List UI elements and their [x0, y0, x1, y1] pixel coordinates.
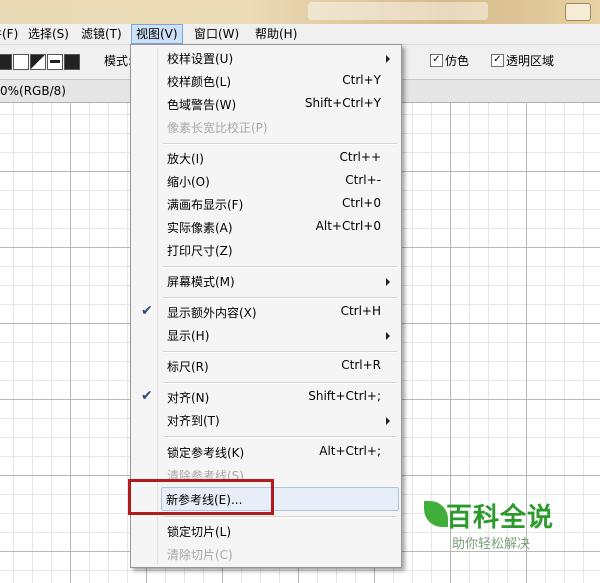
menu-item-label: 缩小(O) [167, 175, 210, 189]
gradient-type-radial-icon[interactable] [13, 54, 29, 70]
menu-item-shortcut: Alt+Ctrl+0 [315, 219, 381, 233]
chevron-right-icon [386, 417, 390, 425]
gradient-type-reflected-icon[interactable] [47, 54, 63, 70]
highlight-box [128, 479, 274, 515]
menu-item-lock-slices[interactable]: 锁定切片(L) [133, 520, 399, 542]
document-title: 0%(RGB/8) [0, 84, 66, 98]
menu-item-label: 对齐(N) [167, 391, 210, 405]
menu-item-label: 放大(I) [167, 152, 204, 166]
menu-item-snap-to[interactable]: 对齐到(T) [133, 409, 399, 431]
menu-select[interactable]: 选择(S) [24, 24, 73, 44]
menu-item-zoom-in[interactable]: 放大(I) Ctrl++ [133, 147, 399, 169]
browser-tab-blurred [308, 2, 488, 20]
menu-item-lock-guides[interactable]: 锁定参考线(K) Alt+Ctrl+; [133, 441, 399, 463]
menu-item-shortcut: Ctrl+0 [341, 196, 381, 210]
menu-item-label: 校样设置(U) [167, 52, 234, 66]
window-title-strip [0, 0, 600, 24]
menu-item-screen-mode[interactable]: 屏幕模式(M) [133, 270, 399, 292]
menu-item-extras[interactable]: ✔ 显示额外内容(X) Ctrl+H [133, 301, 399, 323]
menu-item-shortcut: Ctrl++ [339, 150, 381, 164]
watermark-subtitle: 助你轻松解决 [452, 537, 531, 552]
menu-help[interactable]: 帮助(H) [251, 24, 301, 44]
menu-item-shortcut: Ctrl+R [341, 358, 381, 372]
menu-item-label: 锁定切片(L) [167, 525, 232, 539]
check-icon: ✔ [141, 388, 153, 404]
menu-item-shortcut: Ctrl+H [340, 304, 381, 318]
menu-item-print-size[interactable]: 打印尺寸(Z) [133, 239, 399, 261]
gradient-type-linear-icon[interactable] [0, 54, 12, 70]
menu-item-label: 校样颜色(L) [167, 75, 232, 89]
chevron-right-icon [386, 55, 390, 63]
menu-bar: 文件(F) 选择(S) 滤镜(T) 视图(V) 窗口(W) 帮助(H) [0, 24, 600, 45]
menu-item-shortcut: Shift+Ctrl+; [308, 389, 381, 403]
menu-item-label: 清除切片(C) [167, 548, 233, 562]
transparency-label: 透明区域 [506, 54, 555, 68]
watermark-logo: 百科全说 助你轻松解决 [424, 495, 584, 555]
gradient-type-diamond-icon[interactable] [64, 54, 80, 70]
menu-item-shortcut: Alt+Ctrl+; [319, 444, 381, 458]
dither-checkbox[interactable]: ✓ [430, 54, 443, 67]
menu-item-actual-pixels[interactable]: 实际像素(A) Alt+Ctrl+0 [133, 216, 399, 238]
menu-item-label: 像素长宽比校正(P) [167, 121, 268, 135]
menu-separator [163, 143, 397, 145]
menu-file[interactable]: 文件(F) [0, 24, 22, 44]
menu-item-proof-colors[interactable]: 校样颜色(L) Ctrl+Y [133, 70, 399, 92]
menu-item-gamut-warning[interactable]: 色域警告(W) Shift+Ctrl+Y [133, 93, 399, 115]
menu-item-shortcut: Ctrl+- [345, 173, 381, 187]
menu-item-label: 屏幕模式(M) [167, 275, 235, 289]
menu-separator [163, 297, 397, 299]
chevron-right-icon [386, 278, 390, 286]
transparency-checkbox[interactable]: ✓ [491, 54, 504, 67]
gradient-type-angle-icon[interactable] [30, 54, 46, 70]
menu-item-proof-setup[interactable]: 校样设置(U) [133, 47, 399, 69]
dither-label: 仿色 [445, 54, 470, 68]
chevron-right-icon [386, 332, 390, 340]
menu-item-label: 显示(H) [167, 329, 210, 343]
menu-item-label: 标尺(R) [167, 360, 209, 374]
menu-item-pixel-aspect: 像素长宽比校正(P) [133, 116, 399, 138]
menu-item-zoom-out[interactable]: 缩小(O) Ctrl+- [133, 170, 399, 192]
menu-separator [163, 382, 397, 384]
menu-item-label: 实际像素(A) [167, 221, 233, 235]
window-close-button[interactable] [565, 3, 591, 21]
menu-item-label: 对齐到(T) [167, 414, 220, 428]
menu-item-label: 色域警告(W) [167, 98, 237, 112]
menu-window[interactable]: 窗口(W) [190, 24, 243, 44]
menu-separator [163, 516, 397, 518]
menu-view[interactable]: 视图(V) [131, 24, 183, 44]
check-icon: ✔ [141, 303, 153, 319]
mode-label: 模式: [104, 54, 133, 68]
menu-item-label: 显示额外内容(X) [167, 306, 257, 320]
menu-item-fit-on-screen[interactable]: 满画布显示(F) Ctrl+0 [133, 193, 399, 215]
menu-item-label: 锁定参考线(K) [167, 446, 245, 460]
menu-separator [163, 266, 397, 268]
menu-filter[interactable]: 滤镜(T) [77, 24, 126, 44]
menu-separator [163, 436, 397, 438]
menu-item-snap[interactable]: ✔ 对齐(N) Shift+Ctrl+; [133, 386, 399, 408]
menu-item-shortcut: Shift+Ctrl+Y [304, 96, 381, 110]
watermark-title: 百科全说 [446, 503, 555, 533]
menu-item-rulers[interactable]: 标尺(R) Ctrl+R [133, 355, 399, 377]
menu-item-label: 打印尺寸(Z) [167, 244, 233, 258]
menu-separator [163, 351, 397, 353]
menu-item-show[interactable]: 显示(H) [133, 324, 399, 346]
leaf-logo-icon [424, 501, 448, 527]
menu-item-label: 满画布显示(F) [167, 198, 244, 212]
menu-item-shortcut: Ctrl+Y [342, 73, 381, 87]
menu-item-clear-slices: 清除切片(C) [133, 543, 399, 565]
